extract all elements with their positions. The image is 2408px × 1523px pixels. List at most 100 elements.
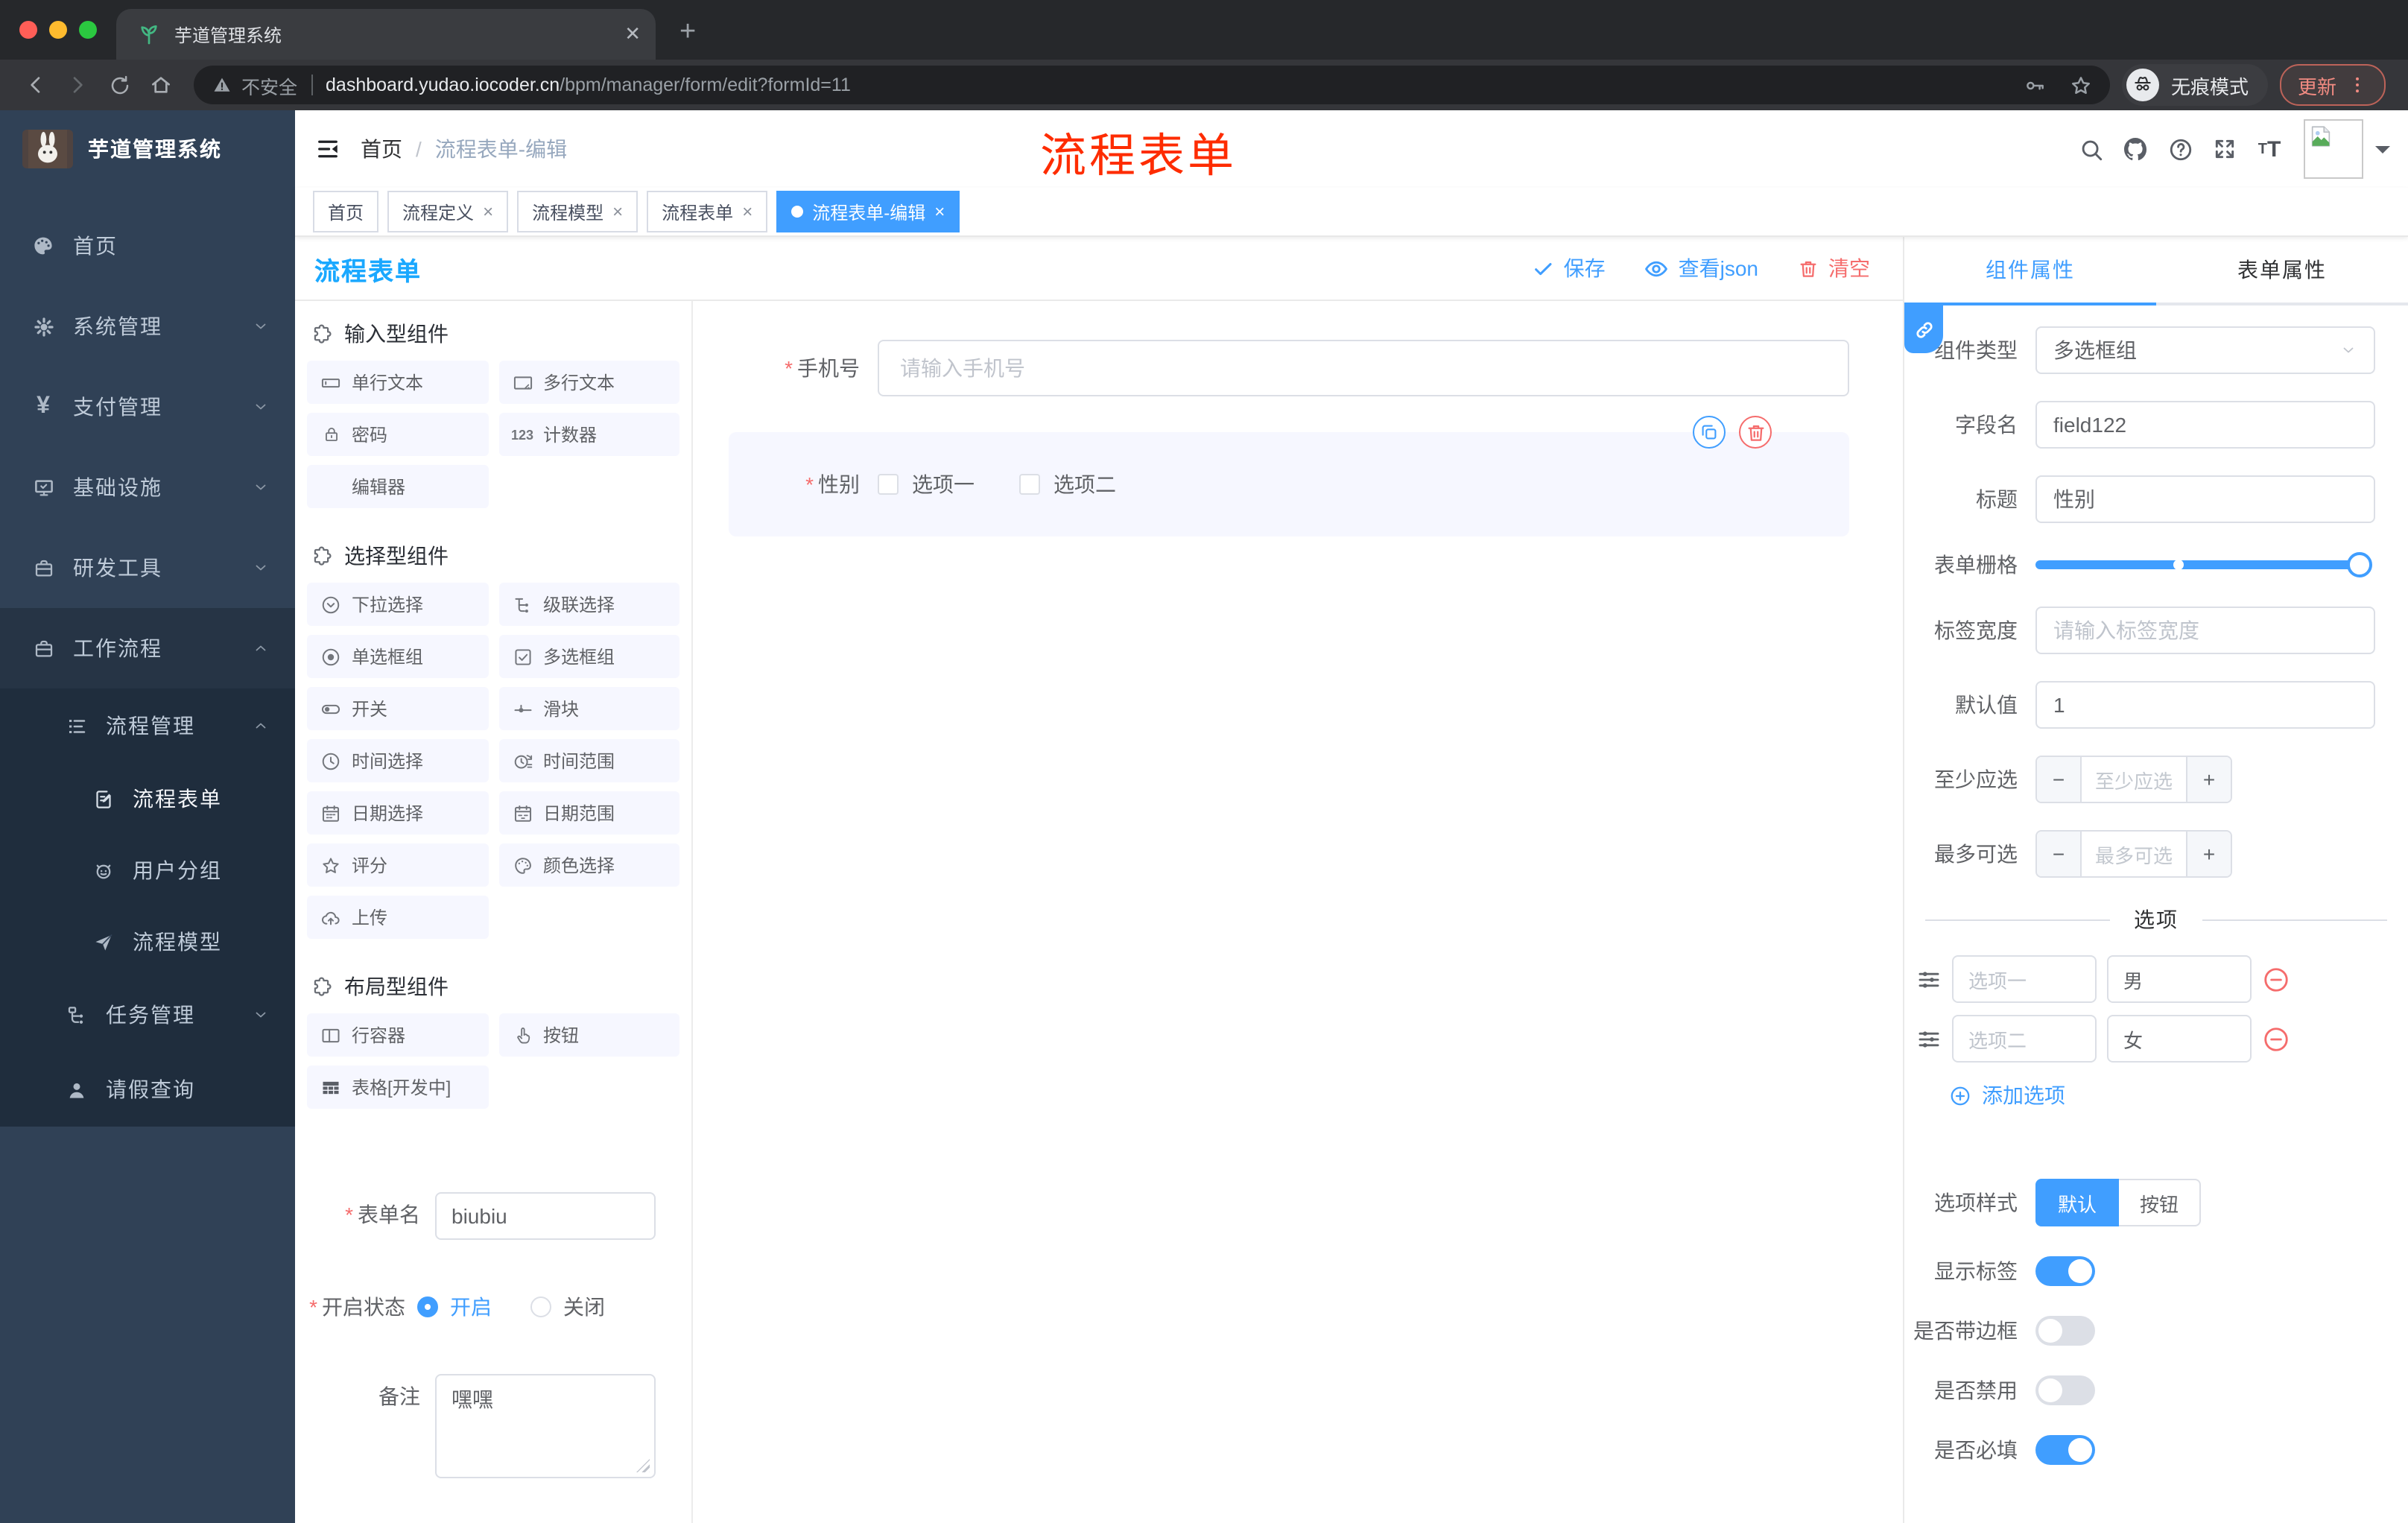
drag-option-icon[interactable] [1916,1026,1942,1051]
prop-input-字段名[interactable]: field122 [2035,401,2375,449]
component-计数器[interactable]: 123 计数器 [498,413,679,456]
browser-menu-dots-icon[interactable] [2347,75,2368,95]
plus-button[interactable]: + [2186,832,2231,876]
phone-input[interactable]: 请输入手机号 [878,340,1849,396]
tab-component-props[interactable]: 组件属性 [1904,237,2156,303]
component-时间范围[interactable]: 时间范围 [498,739,679,782]
prop-input-默认值[interactable]: 1 [2035,681,2375,729]
sidebar-item-任务管理[interactable]: 任务管理 [0,978,295,1052]
sidebar-item-流程表单[interactable]: 流程表单 [0,763,295,835]
new-tab-button[interactable]: + [679,16,696,49]
back-icon[interactable] [15,66,57,104]
canvas-field-phone[interactable]: 手机号 请输入手机号 [729,340,1849,396]
prop-select-组件类型[interactable]: 多选框组 [2035,326,2375,374]
browser-tab[interactable]: 芋道管理系统 ✕ [116,9,656,60]
sidebar-item-系统管理[interactable]: 系统管理 [0,286,295,367]
copy-widget-button[interactable] [1693,416,1726,449]
toggle-是否必填[interactable] [2035,1435,2095,1465]
sidebar-item-请假查询[interactable]: 请假查询 [0,1052,295,1127]
fullscreen-icon[interactable] [2202,127,2247,171]
zoom-window-button[interactable] [79,21,97,39]
drag-option-icon[interactable] [1916,966,1942,992]
data-binding-drawer-handle[interactable] [1904,305,1943,353]
component-上传[interactable]: 上传 [307,896,488,939]
reload-icon[interactable] [98,66,140,104]
tag-close-icon[interactable]: × [612,201,623,222]
toggle-是否禁用[interactable] [2035,1375,2095,1405]
tab-close-icon[interactable]: ✕ [624,22,641,46]
address-bar[interactable]: 不安全 dashboard.yudao.iocoder.cn/bpm/manag… [194,66,2110,104]
clear-button[interactable]: 清空 [1797,253,1870,283]
bookmark-star-icon[interactable] [2070,74,2092,96]
plus-button[interactable]: + [2186,757,2231,802]
avatar-caret-icon[interactable] [2375,146,2390,161]
view-json-button[interactable]: 查看json [1644,253,1758,283]
segment-按钮[interactable]: 按钮 [2119,1179,2202,1226]
form-name-input[interactable]: biubiu [435,1192,656,1240]
tag-close-icon[interactable]: × [934,201,945,222]
component-级联选择[interactable]: 级联选择 [498,583,679,626]
prop-input-标题[interactable]: 性别 [2035,475,2375,523]
tab-form-props[interactable]: 表单属性 [2156,237,2408,303]
slider-handle[interactable] [2347,552,2372,577]
option-label-input[interactable]: 选项一 [1952,955,2097,1003]
component-日期范围[interactable]: 日期范围 [498,791,679,835]
checkbox-box[interactable] [878,474,899,495]
prop-input-标签宽度[interactable]: 请输入标签宽度 [2035,607,2375,654]
sidebar-item-流程管理[interactable]: 流程管理 [0,688,295,763]
stepper-最多可选[interactable]: − 最多可选 + [2035,830,2232,878]
forward-icon[interactable] [57,66,98,104]
radio-开启[interactable]: 开启 [417,1292,492,1322]
component-开关[interactable]: 开关 [307,687,488,730]
component-单选框组[interactable]: 单选框组 [307,635,488,678]
collapse-sidebar-icon[interactable] [295,110,361,188]
form-canvas[interactable]: 手机号 请输入手机号 性别 选项一 选项二 [691,301,1903,1523]
sidebar-item-用户分组[interactable]: 用户分组 [0,835,295,906]
remove-option-icon[interactable] [2262,1025,2290,1053]
tag-流程定义[interactable]: 流程定义 × [387,191,509,232]
tag-首页[interactable]: 首页 [313,191,379,232]
component-颜色选择[interactable]: 颜色选择 [498,843,679,887]
sidebar-item-工作流程[interactable]: 工作流程 [0,608,295,688]
option-value-input[interactable]: 女 [2107,1015,2252,1063]
save-button[interactable]: 保存 [1533,253,1606,283]
password-key-icon[interactable] [2024,74,2046,96]
component-评分[interactable]: 评分 [307,843,488,887]
github-icon[interactable] [2113,127,2158,171]
tag-close-icon[interactable]: × [742,201,752,222]
component-行容器[interactable]: 行容器 [307,1013,488,1057]
component-按钮[interactable]: 按钮 [498,1013,679,1057]
checkbox-box[interactable] [1019,474,1040,495]
checkbox-选项一[interactable]: 选项一 [878,469,975,499]
help-icon[interactable] [2158,127,2202,171]
component-单行文本[interactable]: 单行文本 [307,361,488,404]
breadcrumb-home[interactable]: 首页 [361,134,402,164]
tag-流程表单-编辑[interactable]: 流程表单-编辑 × [776,191,960,232]
delete-widget-button[interactable] [1739,416,1772,449]
font-size-icon[interactable]: TT [2247,127,2292,171]
minimize-window-button[interactable] [49,21,67,39]
toggle-显示标签[interactable] [2035,1256,2095,1286]
component-滑块[interactable]: 滑块 [498,687,679,730]
macos-window-controls[interactable] [19,21,97,39]
add-option-link[interactable]: 添加选项 [1949,1080,2408,1110]
sidebar-item-首页[interactable]: 首页 [0,206,295,286]
form-remark-textarea[interactable]: 嘿嘿 [435,1374,656,1478]
component-日期选择[interactable]: 日期选择 [307,791,488,835]
toggle-是否带边框[interactable] [2035,1316,2095,1346]
component-下拉选择[interactable]: 下拉选择 [307,583,488,626]
segment-默认[interactable]: 默认 [2035,1179,2120,1226]
component-多选框组[interactable]: 多选框组 [498,635,679,678]
minus-button[interactable]: − [2037,757,2082,802]
search-icon[interactable] [2068,127,2113,171]
close-window-button[interactable] [19,21,37,39]
component-密码[interactable]: 密码 [307,413,488,456]
grid-slider[interactable] [2035,552,2372,577]
remove-option-icon[interactable] [2262,965,2290,993]
sidebar-item-流程模型[interactable]: 流程模型 [0,906,295,978]
tag-流程模型[interactable]: 流程模型 × [517,191,639,232]
stepper-至少应选[interactable]: − 至少应选 + [2035,756,2232,803]
component-表格[开发中][interactable]: 表格[开发中] [307,1066,488,1109]
avatar[interactable] [2304,119,2363,179]
component-时间选择[interactable]: 时间选择 [307,739,488,782]
